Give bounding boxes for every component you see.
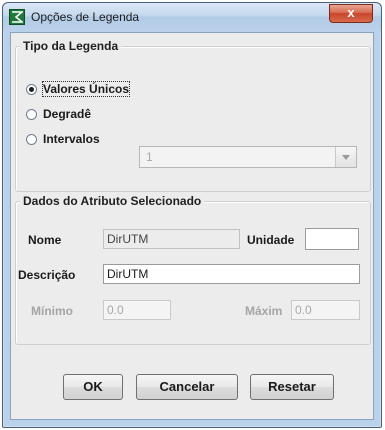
radio-label-unique-values: Valores Únicos — [41, 81, 131, 97]
radio-label-gradient: Degradê — [43, 107, 92, 121]
legend-type-title: Tipo da Legenda — [20, 39, 122, 53]
legend-type-group: Tipo da Legenda Valores Únicos Degradê I… — [15, 39, 371, 192]
unit-label: Unidade — [247, 233, 295, 247]
cancel-button[interactable]: Cancelar — [136, 374, 238, 400]
app-icon — [9, 9, 25, 25]
radio-button[interactable] — [26, 109, 37, 120]
chevron-down-icon[interactable] — [335, 147, 356, 167]
intervals-combo[interactable]: 1 — [139, 146, 357, 168]
description-label: Descrição — [18, 268, 76, 282]
close-icon: x — [347, 5, 355, 20]
close-button[interactable]: x — [329, 4, 373, 23]
unit-field[interactable] — [305, 228, 359, 250]
dialog-body: Tipo da Legenda Valores Únicos Degradê I… — [10, 32, 374, 420]
attribute-group-title: Dados do Atributo Selecionado — [20, 194, 205, 208]
ok-button[interactable]: OK — [63, 374, 123, 400]
title-bar[interactable]: Opções de Legenda x — [3, 3, 381, 31]
min-field: 0.0 — [103, 300, 171, 320]
radio-label-intervals: Intervalos — [43, 132, 100, 146]
name-label: Nome — [28, 233, 62, 247]
reset-button[interactable]: Resetar — [250, 374, 334, 400]
legend-options-dialog: Opções de Legenda x Tipo da Legenda Valo… — [2, 2, 382, 428]
window-title: Opções de Legenda — [31, 10, 140, 24]
intervals-combo-value: 1 — [146, 150, 153, 164]
radio-button-checked[interactable] — [26, 84, 37, 95]
max-label: Máxim — [245, 304, 283, 318]
max-field: 0.0 — [291, 300, 360, 320]
description-field[interactable]: DirUTM — [103, 264, 360, 284]
radio-button[interactable] — [26, 134, 37, 145]
min-label: Mínimo — [31, 304, 73, 318]
name-field: DirUTM — [103, 229, 240, 249]
